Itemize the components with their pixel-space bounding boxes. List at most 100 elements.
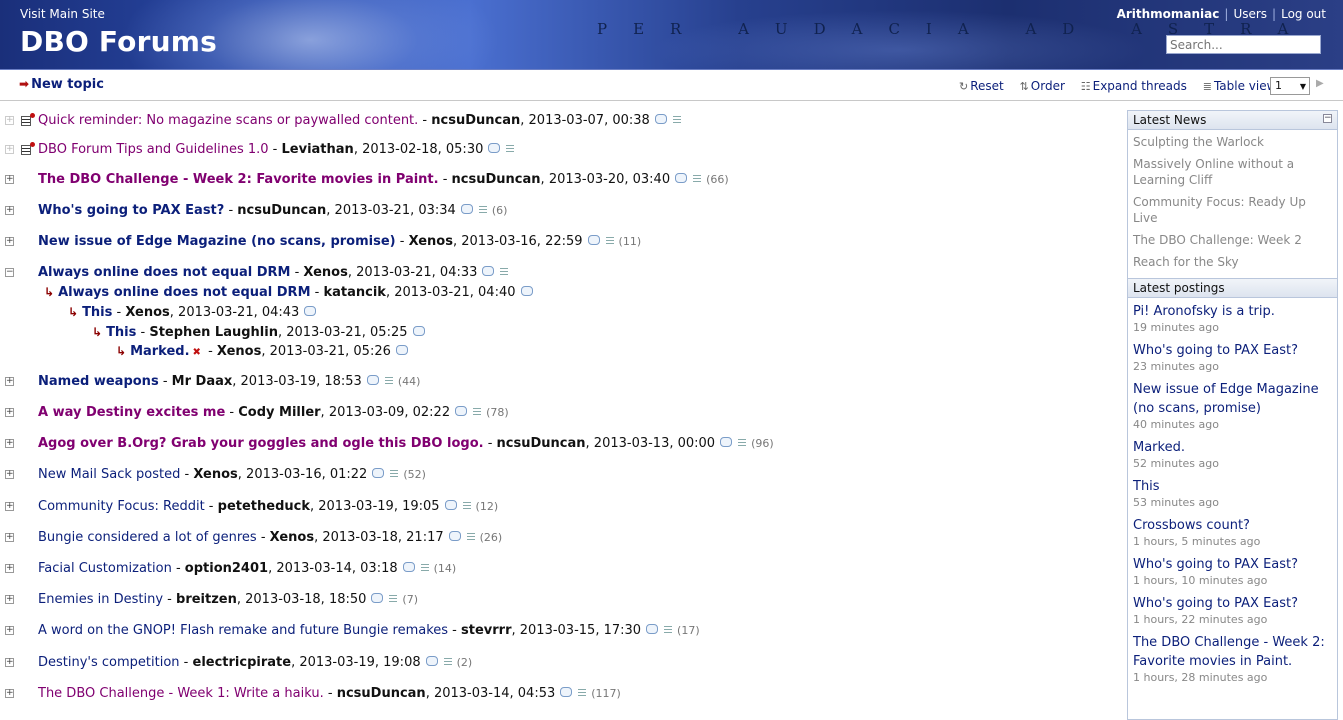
thread-title-link[interactable]: Named weapons (38, 374, 159, 389)
thread-view-icon[interactable] (500, 268, 509, 277)
posting-title-link[interactable]: The DBO Challenge - Week 2: Favorite mov… (1133, 633, 1332, 671)
thread-title-link[interactable]: Who's going to PAX East? (38, 203, 224, 218)
thread-view-icon[interactable] (672, 116, 681, 125)
expand-toggle-icon[interactable]: + (5, 206, 14, 215)
thread-view-icon[interactable] (478, 206, 487, 215)
next-page-icon[interactable]: ▶ (1316, 78, 1324, 89)
reply-author[interactable]: Stephen Laughlin (149, 325, 278, 340)
posting-title-link[interactable]: Crossbows count? (1133, 516, 1332, 535)
thread-author[interactable]: breitzen (176, 592, 237, 607)
thread-title-link[interactable]: Agog over B.Org? Grab your goggles and o… (38, 436, 484, 451)
thread-view-icon[interactable] (605, 237, 614, 246)
thread-view-icon[interactable] (466, 533, 475, 542)
news-item-link[interactable]: The DBO Challenge: Week 2 (1133, 232, 1332, 248)
expand-toggle-icon[interactable]: + (5, 564, 14, 573)
reply-bubble-icon[interactable] (720, 437, 733, 447)
thread-author[interactable]: electricpirate (193, 655, 292, 670)
thread-view-icon[interactable] (443, 658, 452, 667)
reply-bubble-icon[interactable] (482, 266, 495, 276)
thread-author[interactable]: stevrrr (461, 623, 511, 638)
thread-title-link[interactable]: Always online does not equal DRM (38, 265, 290, 280)
thread-author[interactable]: ncsuDuncan (431, 113, 520, 128)
logout-link[interactable]: Log out (1281, 7, 1326, 21)
reply-bubble-icon[interactable] (675, 173, 688, 183)
expand-toggle-icon[interactable]: + (5, 502, 14, 511)
reset-button[interactable]: ↻ Reset (959, 79, 1004, 93)
page-select[interactable]: 1 ▼ (1270, 77, 1310, 95)
reply-author[interactable]: Xenos (125, 305, 169, 320)
posting-title-link[interactable]: New issue of Edge Magazine (no scans, pr… (1133, 380, 1332, 418)
news-item-link[interactable]: Sculpting the Warlock (1133, 134, 1332, 150)
reply-bubble-icon[interactable] (304, 306, 317, 316)
thread-author[interactable]: ncsuDuncan (497, 436, 586, 451)
news-item-link[interactable]: Massively Online without a Learning Clif… (1133, 156, 1332, 188)
news-item-link[interactable]: Community Focus: Ready Up Live (1133, 194, 1332, 226)
thread-title-link[interactable]: New Mail Sack posted (38, 467, 180, 482)
username-link[interactable]: Arithmomaniac (1117, 7, 1220, 21)
thread-author[interactable]: Xenos (303, 265, 347, 280)
thread-title-link[interactable]: Quick reminder: No magazine scans or pay… (38, 113, 418, 128)
reply-author[interactable]: Xenos (217, 344, 261, 359)
reply-title-link[interactable]: This (82, 305, 112, 320)
reply-bubble-icon[interactable] (560, 687, 573, 697)
thread-view-icon[interactable] (384, 377, 393, 386)
thread-view-icon[interactable] (738, 439, 747, 448)
posting-title-link[interactable]: Who's going to PAX East? (1133, 341, 1332, 360)
thread-title-link[interactable]: New issue of Edge Magazine (no scans, pr… (38, 234, 396, 249)
thread-view-icon[interactable] (473, 408, 482, 417)
posting-title-link[interactable]: Marked. (1133, 438, 1332, 457)
expand-threads-button[interactable]: ☷ Expand threads (1081, 79, 1187, 93)
collapse-icon[interactable]: − (1323, 114, 1332, 123)
posting-title-link[interactable]: Pi! Aronofsky is a trip. (1133, 302, 1332, 321)
thread-title-link[interactable]: Destiny's competition (38, 655, 180, 670)
expand-toggle-icon[interactable]: + (5, 533, 14, 542)
expand-toggle-icon[interactable]: + (5, 116, 14, 125)
expand-toggle-icon[interactable]: + (5, 145, 14, 154)
reply-bubble-icon[interactable] (455, 406, 468, 416)
expand-toggle-icon[interactable]: + (5, 377, 14, 386)
reply-author[interactable]: katancik (323, 285, 385, 300)
reply-bubble-icon[interactable] (425, 656, 438, 666)
reply-bubble-icon[interactable] (460, 204, 473, 214)
thread-title-link[interactable]: A word on the GNOP! Flash remake and fut… (38, 623, 448, 638)
thread-title-link[interactable]: The DBO Challenge - Week 2: Favorite mov… (38, 172, 439, 187)
expand-toggle-icon[interactable]: + (5, 439, 14, 448)
thread-view-icon[interactable] (693, 175, 702, 184)
reply-title-link[interactable]: Always online does not equal DRM (58, 285, 310, 300)
reply-bubble-icon[interactable] (412, 326, 425, 336)
expand-toggle-icon[interactable]: + (5, 595, 14, 604)
reply-bubble-icon[interactable] (402, 562, 415, 572)
reply-bubble-icon[interactable] (587, 235, 600, 245)
reply-bubble-icon[interactable] (395, 345, 408, 355)
thread-author[interactable]: petetheduck (218, 499, 310, 514)
order-button[interactable]: ⇅ Order (1020, 79, 1065, 93)
thread-author[interactable]: ncsuDuncan (237, 203, 326, 218)
thread-view-icon[interactable] (389, 595, 398, 604)
expand-toggle-icon[interactable]: − (5, 268, 14, 277)
thread-view-icon[interactable] (664, 626, 673, 635)
reply-bubble-icon[interactable] (444, 500, 457, 510)
expand-toggle-icon[interactable]: + (5, 626, 14, 635)
reply-bubble-icon[interactable] (366, 375, 379, 385)
thread-author[interactable]: Mr Daax (172, 374, 233, 389)
reply-bubble-icon[interactable] (372, 468, 385, 478)
thread-view-icon[interactable] (390, 470, 399, 479)
thread-view-icon[interactable] (420, 564, 429, 573)
posting-title-link[interactable]: This (1133, 477, 1332, 496)
expand-toggle-icon[interactable]: + (5, 408, 14, 417)
thread-title-link[interactable]: Enemies in Destiny (38, 592, 163, 607)
thread-title-link[interactable]: A way Destiny excites me (38, 405, 225, 420)
search-input[interactable] (1166, 35, 1321, 54)
expand-toggle-icon[interactable]: + (5, 470, 14, 479)
expand-toggle-icon[interactable]: + (5, 689, 14, 698)
thread-title-link[interactable]: Facial Customization (38, 561, 172, 576)
expand-toggle-icon[interactable]: + (5, 658, 14, 667)
thread-author[interactable]: ncsuDuncan (452, 172, 541, 187)
thread-title-link[interactable]: The DBO Challenge - Week 1: Write a haik… (38, 686, 324, 701)
expand-toggle-icon[interactable]: + (5, 175, 14, 184)
posting-title-link[interactable]: Who's going to PAX East? (1133, 594, 1332, 613)
users-link[interactable]: Users (1233, 7, 1267, 21)
thread-author[interactable]: Leviathan (282, 142, 354, 157)
thread-author[interactable]: Xenos (409, 234, 453, 249)
expand-toggle-icon[interactable]: + (5, 237, 14, 246)
